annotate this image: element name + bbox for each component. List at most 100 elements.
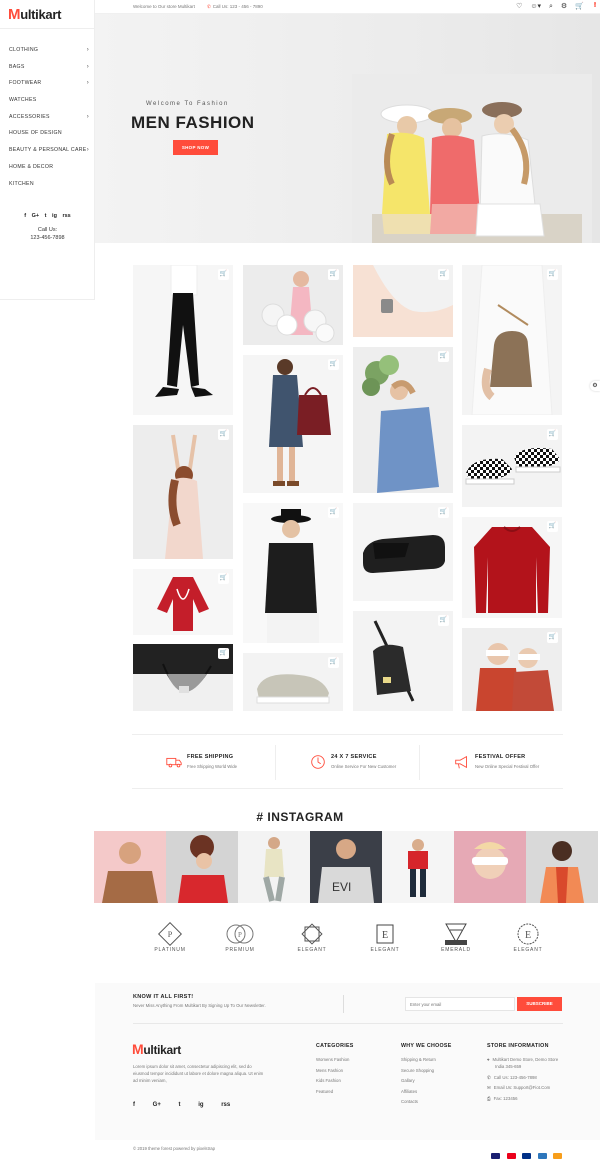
- facebook-icon[interactable]: f: [133, 1102, 135, 1108]
- phone-text: Call Us: 123 - 456 - 7890: [212, 4, 263, 9]
- add-to-cart-icon[interactable]: 🛒: [218, 269, 229, 280]
- user-icon[interactable]: ☺▾: [530, 3, 541, 10]
- cart-icon[interactable]: 🛒 0: [575, 2, 596, 10]
- instagram-photo[interactable]: [382, 831, 454, 903]
- add-to-cart-icon[interactable]: 🛒: [438, 507, 449, 518]
- divider: [343, 995, 344, 1013]
- add-to-cart-icon[interactable]: 🛒: [438, 351, 449, 362]
- product-card[interactable]: 🛒: [462, 425, 562, 507]
- svg-text:E: E: [382, 930, 388, 941]
- settings-toggle-icon[interactable]: ⚙: [590, 381, 600, 391]
- email-field[interactable]: [405, 997, 515, 1011]
- logo-text: ultikart: [143, 1043, 181, 1057]
- brand-logo[interactable]: E ELEGANT: [498, 922, 558, 964]
- sidebar-item-bags[interactable]: Bags ›: [0, 59, 95, 76]
- product-card[interactable]: 🛒: [462, 265, 562, 415]
- google-plus-icon[interactable]: G+: [153, 1102, 161, 1108]
- product-card[interactable]: 🛒: [133, 644, 233, 711]
- product-card[interactable]: 🛒: [353, 611, 453, 711]
- add-to-cart-icon[interactable]: 🛒: [547, 429, 558, 440]
- product-image: [155, 265, 213, 397]
- product-card[interactable]: 🛒: [133, 265, 233, 415]
- google-plus-icon[interactable]: G+: [32, 213, 40, 219]
- footer-link[interactable]: Mens Fashion: [316, 1068, 354, 1079]
- add-to-cart-icon[interactable]: 🛒: [328, 657, 339, 668]
- facebook-icon[interactable]: f: [24, 213, 26, 219]
- footer-link[interactable]: Womens Fashion: [316, 1057, 354, 1068]
- add-to-cart-icon[interactable]: 🛒: [438, 615, 449, 626]
- welcome-text: Welcome to Our store Multikart: [133, 4, 195, 9]
- heart-icon[interactable]: ♡: [516, 3, 522, 10]
- add-to-cart-icon[interactable]: 🛒: [328, 269, 339, 280]
- footer-logo[interactable]: Multikart: [132, 1041, 181, 1057]
- rss-icon[interactable]: rss: [62, 213, 70, 219]
- subscribe-button[interactable]: SUBSCRIBE: [517, 997, 562, 1011]
- rss-icon[interactable]: rss: [221, 1102, 230, 1108]
- product-card[interactable]: 🛒: [462, 628, 562, 711]
- instagram-photo[interactable]: [166, 831, 238, 903]
- add-to-cart-icon[interactable]: 🛒: [218, 573, 229, 584]
- instagram-icon[interactable]: ig: [52, 213, 57, 219]
- add-to-cart-icon[interactable]: 🛒: [547, 521, 558, 532]
- instagram-photo[interactable]: [94, 831, 166, 903]
- footer-store-info: STORE INFORMATION ⌖ Multikart Demo Store,…: [487, 1043, 558, 1106]
- product-card[interactable]: 🛒: [243, 355, 343, 493]
- footer-link[interactable]: Shipping & Return: [401, 1057, 452, 1068]
- gear-icon[interactable]: ⚙: [561, 3, 567, 10]
- product-card[interactable]: 🛒: [133, 425, 233, 559]
- instagram-photo[interactable]: [526, 831, 598, 903]
- search-icon[interactable]: ⌕: [549, 3, 553, 10]
- sidebar-item-beauty[interactable]: Beauty & Personal Care ›: [0, 142, 95, 159]
- sidebar-item-home-decor[interactable]: Home & Decor: [0, 159, 95, 176]
- add-to-cart-icon[interactable]: 🛒: [328, 507, 339, 518]
- service-title: FREE SHIPPING: [187, 754, 234, 760]
- instagram-icon[interactable]: ig: [198, 1102, 203, 1108]
- brand-name: ELEGANT: [297, 947, 327, 953]
- brand-logo[interactable]: ELEGANT: [282, 922, 342, 964]
- sidebar-item-kitchen[interactable]: Kitchen: [0, 176, 95, 193]
- add-to-cart-icon[interactable]: 🛒: [438, 269, 449, 280]
- product-card[interactable]: 🛒: [243, 503, 343, 643]
- sidebar-item-label: Bags: [9, 63, 25, 70]
- shop-now-button[interactable]: SHOP NOW: [173, 140, 218, 155]
- brand-logo[interactable]: P PREMIUM: [210, 922, 270, 964]
- sidebar-item-house-of-design[interactable]: House of Design: [0, 125, 95, 142]
- paypal-icon: [522, 1153, 532, 1159]
- brand-mark: [301, 923, 323, 945]
- sidebar-item-watches[interactable]: Watches: [0, 92, 95, 109]
- product-card[interactable]: 🛒: [353, 503, 453, 601]
- footer-link[interactable]: Featured: [316, 1089, 354, 1100]
- add-to-cart-icon[interactable]: 🛒: [218, 429, 229, 440]
- footer-link[interactable]: Kids Fashion: [316, 1078, 354, 1089]
- add-to-cart-icon[interactable]: 🛒: [328, 359, 339, 370]
- brand-logo[interactable]: P PLATINUM: [140, 922, 200, 964]
- logo[interactable]: Multikart: [8, 6, 61, 23]
- brand-mark: P: [158, 922, 182, 946]
- product-card[interactable]: 🛒: [243, 265, 343, 345]
- instagram-photo[interactable]: [238, 831, 310, 903]
- product-card[interactable]: 🛒: [462, 517, 562, 618]
- footer-link[interactable]: Gallary: [401, 1078, 452, 1089]
- sidebar-item-accessories[interactable]: Accessories ›: [0, 109, 95, 126]
- brand-logo[interactable]: E ELEGANT: [355, 922, 415, 964]
- footer-link[interactable]: Secure Shopping: [401, 1068, 452, 1079]
- product-card[interactable]: 🛒: [243, 653, 343, 711]
- product-card[interactable]: 🛒: [353, 347, 453, 493]
- instagram-photo[interactable]: EVI: [310, 831, 382, 903]
- footer-link[interactable]: Affiliates: [401, 1089, 452, 1100]
- brand-logo[interactable]: EMERALD: [426, 922, 486, 964]
- sidebar-item-clothing[interactable]: Clothing ›: [0, 42, 95, 59]
- add-to-cart-icon[interactable]: 🛒: [547, 269, 558, 280]
- product-card[interactable]: 🛒: [353, 265, 453, 337]
- product-card[interactable]: 🛒: [133, 569, 233, 635]
- add-to-cart-icon[interactable]: 🛒: [547, 632, 558, 643]
- store-email: ✉ Email Us: Support@Fiot.Com: [487, 1085, 558, 1096]
- add-to-cart-icon[interactable]: 🛒: [218, 648, 229, 659]
- fax-icon: ⎙: [487, 1095, 491, 1101]
- footer-link[interactable]: Contacts: [401, 1099, 452, 1110]
- instagram-photo[interactable]: [454, 831, 526, 903]
- sidebar-item-footwear[interactable]: Footwear ›: [0, 75, 95, 92]
- product-image: [474, 526, 550, 613]
- twitter-icon[interactable]: t: [179, 1102, 181, 1108]
- twitter-icon[interactable]: t: [45, 213, 47, 219]
